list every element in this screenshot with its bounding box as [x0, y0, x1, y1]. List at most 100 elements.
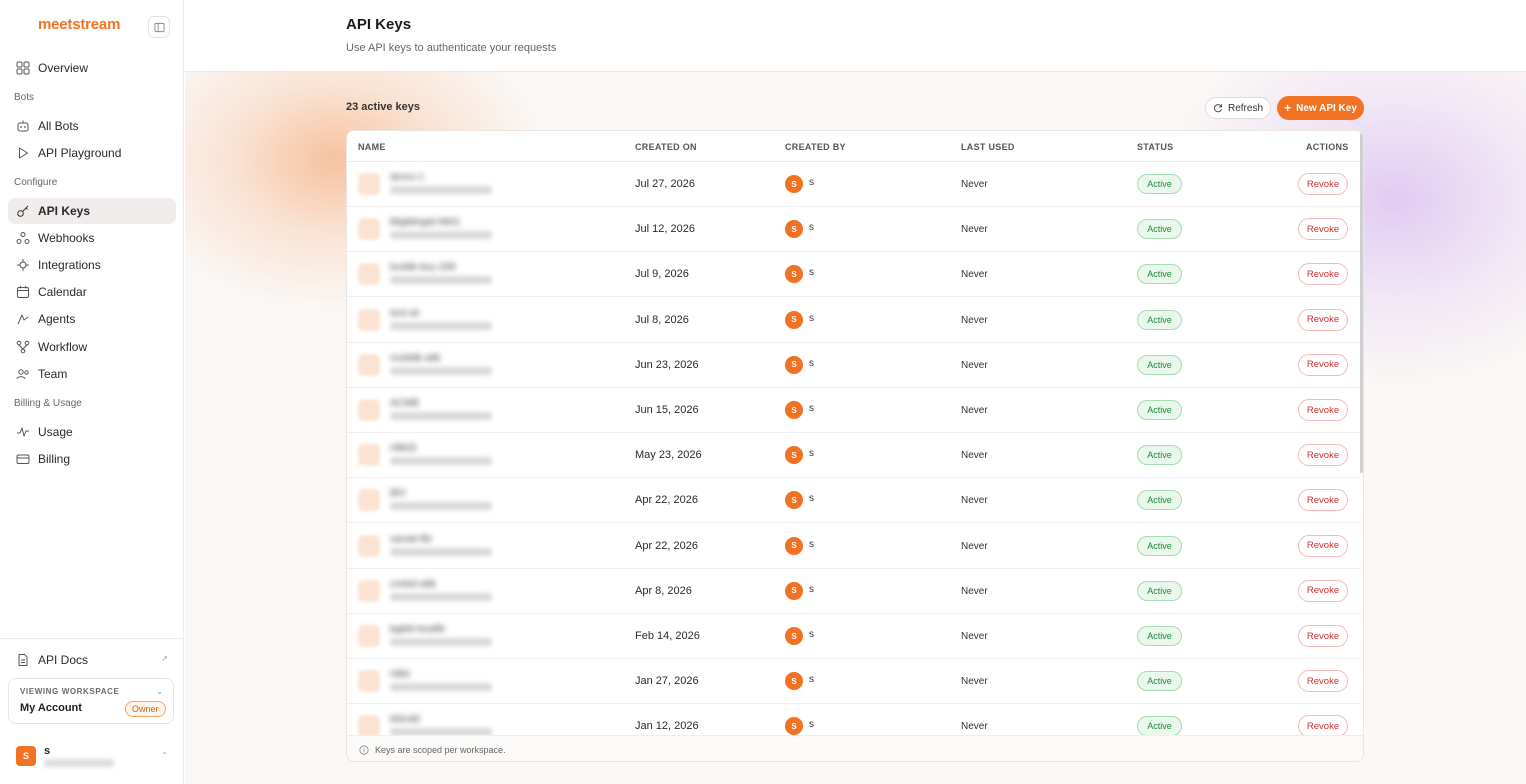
sidebar-item-webhooks[interactable]: Webhooks — [8, 225, 176, 251]
column-header-status: STATUS — [1137, 142, 1174, 152]
sidebar-item-api-docs[interactable]: API Docs ↗ — [8, 647, 176, 673]
creator-name: s — [809, 267, 814, 279]
api-keys-table: NAME CREATED ON CREATED BY LAST USED STA… — [346, 130, 1364, 762]
page-header: API Keys Use API keys to authenticate yo… — [185, 0, 1526, 72]
sidebar-item-label: API Playground — [38, 146, 122, 160]
user-menu[interactable]: S s ⌃ — [16, 745, 176, 768]
app-logo[interactable]: meetstream — [38, 16, 120, 33]
creator-name: s — [809, 674, 814, 686]
refresh-button[interactable]: Refresh — [1205, 97, 1271, 119]
column-header-name: NAME — [358, 142, 386, 152]
key-name: cmktd-ddk — [390, 578, 437, 590]
revoke-button[interactable]: Revoke — [1298, 399, 1348, 421]
table-scrollbar[interactable] — [1360, 133, 1363, 473]
key-icon — [358, 263, 380, 286]
puzzle-icon — [16, 258, 30, 272]
sidebar-item-label: Workflow — [38, 340, 88, 354]
created-on-cell: Jun 15, 2026 — [635, 404, 699, 416]
created-on-cell: May 23, 2026 — [635, 449, 702, 462]
sidebar: meetstream Overview Bots All Bots API Pl… — [0, 0, 184, 784]
key-prefix-redacted — [390, 366, 492, 375]
last-used-cell: Never — [961, 314, 988, 326]
new-api-key-button[interactable]: + New API Key — [1277, 96, 1364, 120]
status-badge: Active — [1137, 174, 1182, 194]
key-name: ACMB — [390, 398, 419, 409]
user-email-redacted — [44, 759, 114, 767]
sidebar-item-team[interactable]: Team — [8, 361, 176, 387]
status-badge: Active — [1137, 219, 1182, 240]
created-on-cell: Apr 22, 2026 — [635, 494, 698, 507]
sidebar-item-agents[interactable]: Agents — [8, 306, 176, 332]
last-used-cell: Never — [961, 721, 988, 733]
revoke-button[interactable]: Revoke — [1298, 218, 1348, 241]
status-badge: Active — [1137, 400, 1182, 420]
new-api-key-label: New API Key — [1296, 102, 1357, 114]
key-name: bcddk-key-299 — [390, 262, 456, 274]
workspace-name: My Account — [20, 702, 82, 714]
key-prefix-redacted — [390, 728, 492, 735]
workflow-icon — [16, 340, 30, 354]
last-used-cell: Never — [961, 224, 988, 236]
sidebar-item-workflow[interactable]: Workflow — [8, 334, 176, 360]
revoke-button[interactable]: Revoke — [1298, 353, 1348, 376]
sidebar-item-billing[interactable]: Billing — [8, 446, 176, 472]
creator-name: s — [809, 538, 814, 550]
creator-avatar: S — [785, 265, 803, 284]
sidebar-item-api-playground[interactable]: API Playground — [8, 140, 176, 166]
key-prefix-redacted — [390, 231, 492, 240]
sidebar-item-all-bots[interactable]: All Bots — [8, 113, 176, 139]
revoke-button[interactable]: Revoke — [1298, 444, 1348, 467]
role-badge: Owner — [125, 701, 166, 717]
creator-avatar: S — [785, 355, 803, 374]
sidebar-item-integrations[interactable]: Integrations — [8, 252, 176, 278]
sidebar-item-usage[interactable]: Usage — [8, 419, 176, 445]
workspace-switcher[interactable]: VIEWING WORKSPACE ⌄ My Account Owner — [8, 678, 174, 724]
revoke-button[interactable]: Revoke — [1298, 489, 1348, 512]
workspace-label: VIEWING WORKSPACE — [20, 687, 120, 696]
revoke-button[interactable]: Revoke — [1298, 308, 1348, 331]
sidebar-item-label: Agents — [38, 312, 76, 326]
sidebar-item-api-keys[interactable]: API Keys — [8, 198, 176, 224]
creator-avatar: S — [785, 581, 803, 600]
sidebar-item-overview[interactable]: Overview — [8, 55, 176, 81]
creator-avatar: S — [785, 446, 803, 465]
revoke-button[interactable]: Revoke — [1298, 715, 1348, 735]
last-used-cell: Never — [961, 540, 988, 552]
creator-avatar: S — [785, 220, 803, 239]
revoke-button[interactable]: Revoke — [1298, 263, 1348, 286]
key-icon — [358, 399, 380, 421]
sidebar-item-label: Team — [38, 367, 68, 381]
last-used-cell: Never — [961, 359, 988, 371]
sidebar-item-calendar[interactable]: Calendar — [8, 279, 176, 305]
revoke-button[interactable]: Revoke — [1298, 625, 1348, 647]
revoke-button[interactable]: Revoke — [1298, 670, 1348, 693]
revoke-button[interactable]: Revoke — [1298, 579, 1348, 602]
key-prefix-redacted — [390, 186, 492, 194]
key-name: bgkbt-bnaftk — [390, 624, 446, 635]
table-row: xanatt-fbt Apr 22, 2026 S s Never Active… — [347, 524, 1360, 569]
sidebar-item-label: All Bots — [38, 119, 79, 133]
sidebar-toggle-button[interactable] — [148, 16, 170, 38]
credit-card-icon — [16, 452, 30, 466]
key-icon — [16, 204, 30, 218]
status-badge: Active — [1137, 580, 1182, 601]
calendar-icon — [16, 285, 30, 299]
last-used-cell: Never — [961, 269, 988, 281]
table-row: HBKE May 23, 2026 S s Never Active Revok… — [347, 433, 1360, 479]
column-header-created-on: CREATED ON — [635, 142, 697, 152]
created-on-cell: Jun 23, 2026 — [635, 358, 699, 371]
revoke-button[interactable]: Revoke — [1298, 173, 1348, 195]
active-keys-count: 23 active keys — [346, 101, 421, 113]
revoke-button[interactable]: Revoke — [1298, 534, 1348, 557]
plus-icon: + — [1284, 101, 1292, 115]
creator-name: s — [809, 583, 814, 595]
creator-name: s — [809, 403, 814, 414]
chevron-down-icon: ⌄ — [156, 687, 163, 696]
created-on-cell: Jul 12, 2026 — [635, 223, 695, 236]
column-header-actions: ACTIONS — [1306, 142, 1349, 152]
status-badge: Active — [1137, 490, 1182, 511]
key-name: demo-1 — [390, 172, 424, 183]
creator-name: s — [809, 312, 814, 324]
webhook-icon — [16, 231, 30, 245]
status-badge: Active — [1137, 535, 1182, 556]
